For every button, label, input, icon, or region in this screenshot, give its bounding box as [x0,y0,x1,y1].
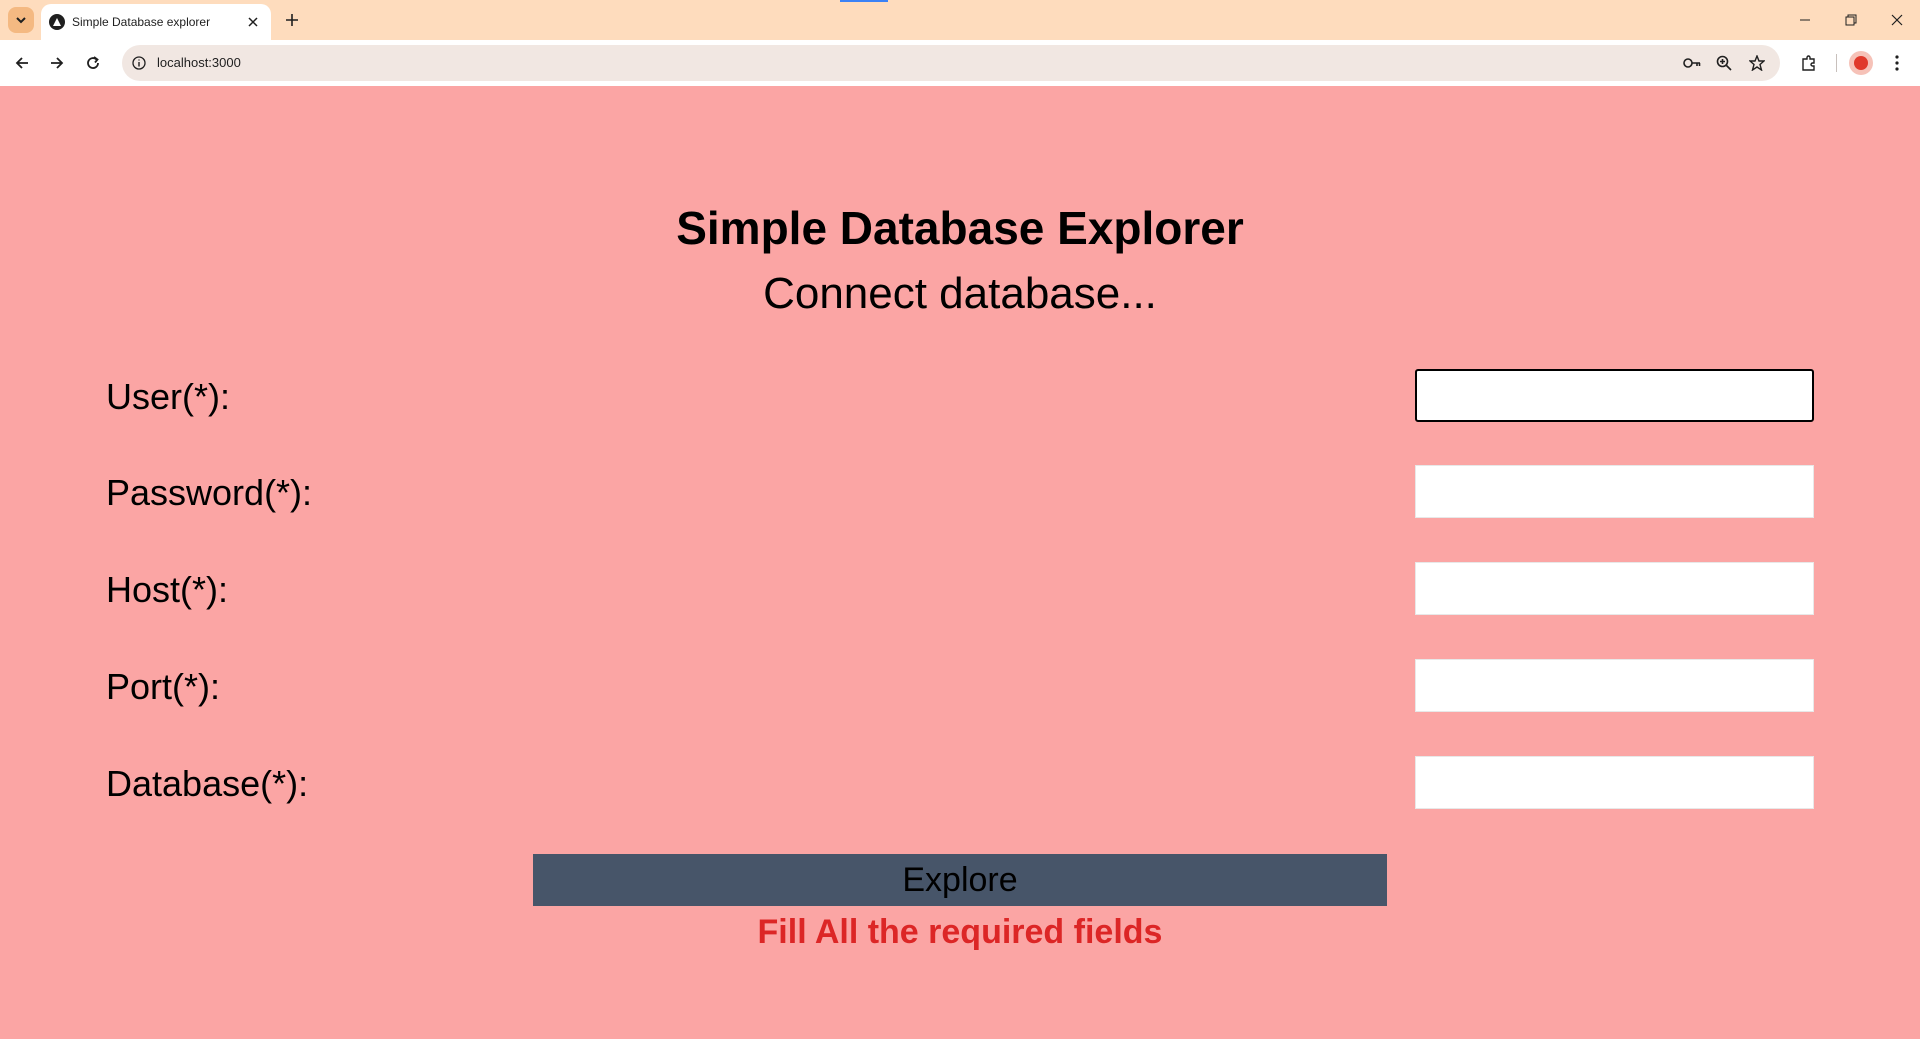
triangle-logo-icon [49,14,65,30]
forward-button[interactable] [45,51,69,75]
toolbar-divider [1836,54,1837,72]
puzzle-icon [1802,55,1815,71]
database-input[interactable] [1415,756,1814,809]
info-icon[interactable] [130,54,148,72]
explore-button[interactable]: Explore [533,854,1387,906]
zoom-icon[interactable] [1714,53,1734,73]
tab-title: Simple Database explorer [72,15,211,29]
url-text[interactable]: localhost:3000 [157,55,241,70]
new-tab-button[interactable] [280,8,304,32]
host-input[interactable] [1415,562,1814,615]
database-label: Database(*): [106,763,309,804]
back-button[interactable] [10,51,34,75]
browser-tab[interactable]: Simple Database explorer [41,4,271,40]
avatar-icon[interactable] [1849,51,1873,75]
password-input[interactable] [1415,465,1814,518]
user-label: User(*): [106,376,230,417]
profile-image [1854,56,1868,70]
extensions-button[interactable] [1797,51,1821,75]
arrow-left-icon [15,57,28,69]
restore-button[interactable] [1838,8,1864,32]
chevron-down-icon [16,17,26,24]
page-title: Simple Database Explorer [676,202,1244,254]
close-icon[interactable] [245,14,261,30]
plus-icon [286,14,298,26]
browser-titlebar: Simple Database explorer [0,0,1920,40]
error-message: Fill All the required fields [757,913,1163,951]
host-label: Host(*): [106,569,229,610]
reload-icon [87,56,99,69]
restore-icon [1845,14,1857,26]
port-input[interactable] [1415,659,1814,712]
key-icon[interactable] [1682,53,1702,73]
address-bar[interactable]: localhost:3000 [122,45,1780,81]
loading-indicator [840,0,888,2]
minimize-button[interactable] [1792,8,1818,32]
browser-toolbar: localhost:3000 [0,40,1920,86]
reload-button[interactable] [81,51,105,75]
browser-menu-button[interactable] [1885,51,1909,75]
close-icon [1891,14,1903,26]
arrow-right-icon [51,57,64,69]
password-label: Password(*): [106,472,313,513]
tab-search-button[interactable] [8,7,34,33]
star-icon[interactable] [1747,53,1767,73]
kebab-menu-icon [1895,55,1899,71]
page-subtitle: Connect database... [763,269,1157,318]
close-window-button[interactable] [1884,8,1910,32]
user-input[interactable] [1415,369,1814,422]
port-label: Port(*): [106,666,221,707]
minimize-icon [1800,19,1810,21]
